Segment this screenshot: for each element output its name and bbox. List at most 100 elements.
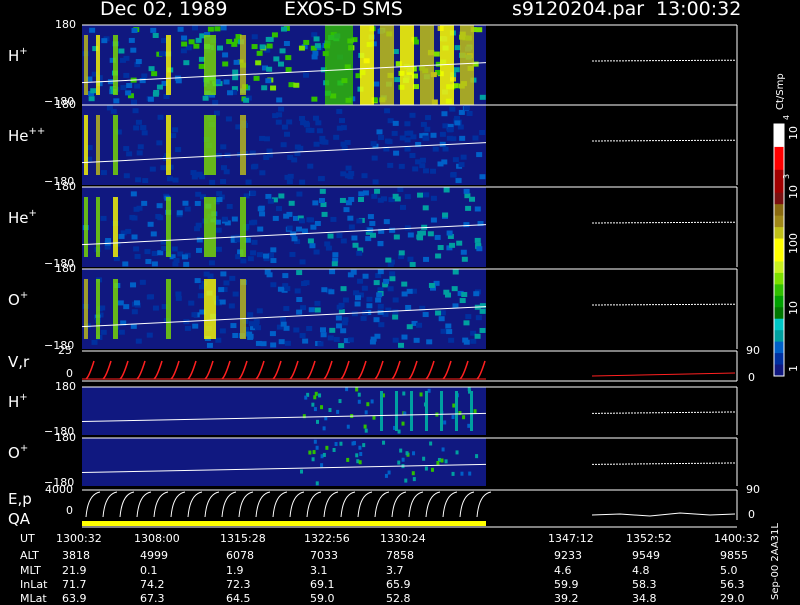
title-file: s9120204.par (512, 0, 645, 20)
lower-1-label-charge: + (19, 443, 29, 454)
colorbar-segment (774, 330, 784, 343)
footer-cell: 63.9 (62, 592, 87, 605)
panel-2-label-charge: + (28, 208, 37, 219)
footer-cell: 29.0 (720, 592, 745, 605)
colorbar-segment (774, 135, 784, 148)
colorbar-tick-2: 10 (787, 185, 800, 199)
footer-label-alt: ALT (20, 549, 39, 562)
footer-cell: 6078 (226, 549, 254, 562)
footer-cell: 1352:52 (626, 532, 672, 545)
colorbar-segment (774, 124, 784, 136)
footer-cell: 56.3 (720, 578, 745, 591)
lower-0-label: H+ (8, 392, 28, 411)
lower-spectrogram-1 (82, 438, 486, 486)
lower-1-label: O+ (8, 443, 29, 462)
footer-cell: 21.9 (62, 564, 87, 577)
colorbar-tick-3: 3 (782, 173, 791, 179)
colorbar-segment (774, 192, 784, 205)
colorbar-tick-4: 100 (787, 233, 800, 254)
panel-2-top-tick: 180 (55, 180, 76, 193)
footer-label-mlt: MLT (20, 564, 41, 577)
footer-cell: 1400:32 (714, 532, 760, 545)
colorbar-segment (774, 250, 784, 262)
colorbar-segment (774, 341, 784, 354)
colorbar-segment (774, 158, 784, 171)
footer-label-inlat: InLat (20, 578, 48, 591)
footer-cell: 4.6 (554, 564, 572, 577)
footer-cell: 1347:12 (548, 532, 594, 545)
footer-cell: 7858 (386, 549, 414, 562)
footer-cell: 74.2 (140, 578, 165, 591)
footer-cell: 1315:28 (220, 532, 266, 545)
colorbar-tick-6: 1 (787, 365, 800, 372)
panel-1-label-charge: ++ (28, 126, 46, 137)
footer-cell: 71.7 (62, 578, 87, 591)
footer-label-ut: UT (20, 532, 35, 545)
panel-3-label: O+ (8, 290, 29, 309)
footer-cell: 52.8 (386, 592, 411, 605)
footer-cell: 1322:56 (304, 532, 350, 545)
footer-cell: 9549 (632, 549, 660, 562)
title-instrument: EXOS-D SMS (284, 0, 403, 20)
footer-cell: 72.3 (226, 578, 251, 591)
footer-label-mlat: MLat (20, 592, 47, 605)
footer-cell: 65.9 (386, 578, 411, 591)
footer-cell: 1330:24 (380, 532, 426, 545)
ep-top-tick: 4000 (45, 483, 73, 496)
footer-cell: 39.2 (554, 592, 579, 605)
footer-cell: 3.7 (386, 564, 404, 577)
ep-right-bottom-tick: 0 (748, 508, 755, 521)
panel-3-label-species: O (8, 291, 20, 309)
lower-1-top-tick: 180 (55, 431, 76, 444)
vr-right-bottom-tick: 0 (748, 371, 755, 384)
colorbar-segment (774, 238, 784, 251)
lower-0-top-tick: 180 (55, 380, 76, 393)
colorbar-segment (774, 295, 784, 308)
colorbar-segment (774, 204, 784, 217)
panel-3-top-tick: 180 (55, 262, 76, 275)
qa-bar (82, 521, 486, 526)
footer-cell: 7033 (310, 549, 338, 562)
footer-cell: 9855 (720, 549, 748, 562)
colorbar-unit-label: Ct/Smp (775, 73, 786, 110)
colorbar-segment (774, 307, 784, 320)
colorbar-segment (774, 284, 784, 297)
colorbar-segment (774, 181, 784, 194)
colorbar-segment (774, 272, 784, 285)
ep-right-top-tick: 90 (746, 483, 760, 496)
colorbar-segment (774, 318, 784, 331)
footer-cell: 58.3 (632, 578, 657, 591)
panel-1-top-tick: 180 (55, 98, 76, 111)
vr-right-top-tick: 90 (746, 344, 760, 357)
colorbar-segment (774, 261, 784, 274)
footer-cell: 1308:00 (134, 532, 180, 545)
vr-label: V,r (8, 353, 30, 371)
footer-cell: 3.1 (310, 564, 328, 577)
footer-cell: 9233 (554, 549, 582, 562)
footer-cell: 4.8 (632, 564, 650, 577)
footer-cell: 5.0 (720, 564, 738, 577)
colorbar-segment (774, 364, 784, 377)
vr-top-tick: 25 (58, 344, 72, 357)
vr-bottom-tick: 0 (66, 367, 73, 380)
panel-2-label: He+ (8, 208, 37, 227)
panel-0-label-species: H (8, 47, 20, 65)
panel-2-label-species: He (8, 209, 29, 227)
panel-0-label-charge: + (19, 46, 28, 57)
colorbar-tick-0: 10 (787, 126, 800, 140)
colorbar-tick-1: 4 (782, 114, 791, 120)
colorbar-segment (774, 215, 784, 228)
colorbar-segment (774, 353, 784, 366)
panel-0-top-tick: 180 (55, 18, 76, 31)
footer-cell: 59.9 (554, 578, 579, 591)
footer-cell: 67.3 (140, 592, 165, 605)
footer-cell: 34.8 (632, 592, 657, 605)
footer-cell: 1.9 (226, 564, 244, 577)
footer-cell: 1300:32 (56, 532, 102, 545)
colorbar-tick-5: 10 (787, 301, 800, 315)
lower-0-label-species: H (8, 393, 20, 411)
footer-cell: 0.1 (140, 564, 158, 577)
panel-3-label-charge: + (19, 290, 29, 301)
footer-cell: 4999 (140, 549, 168, 562)
title-time: 13:00:32 (656, 0, 742, 20)
